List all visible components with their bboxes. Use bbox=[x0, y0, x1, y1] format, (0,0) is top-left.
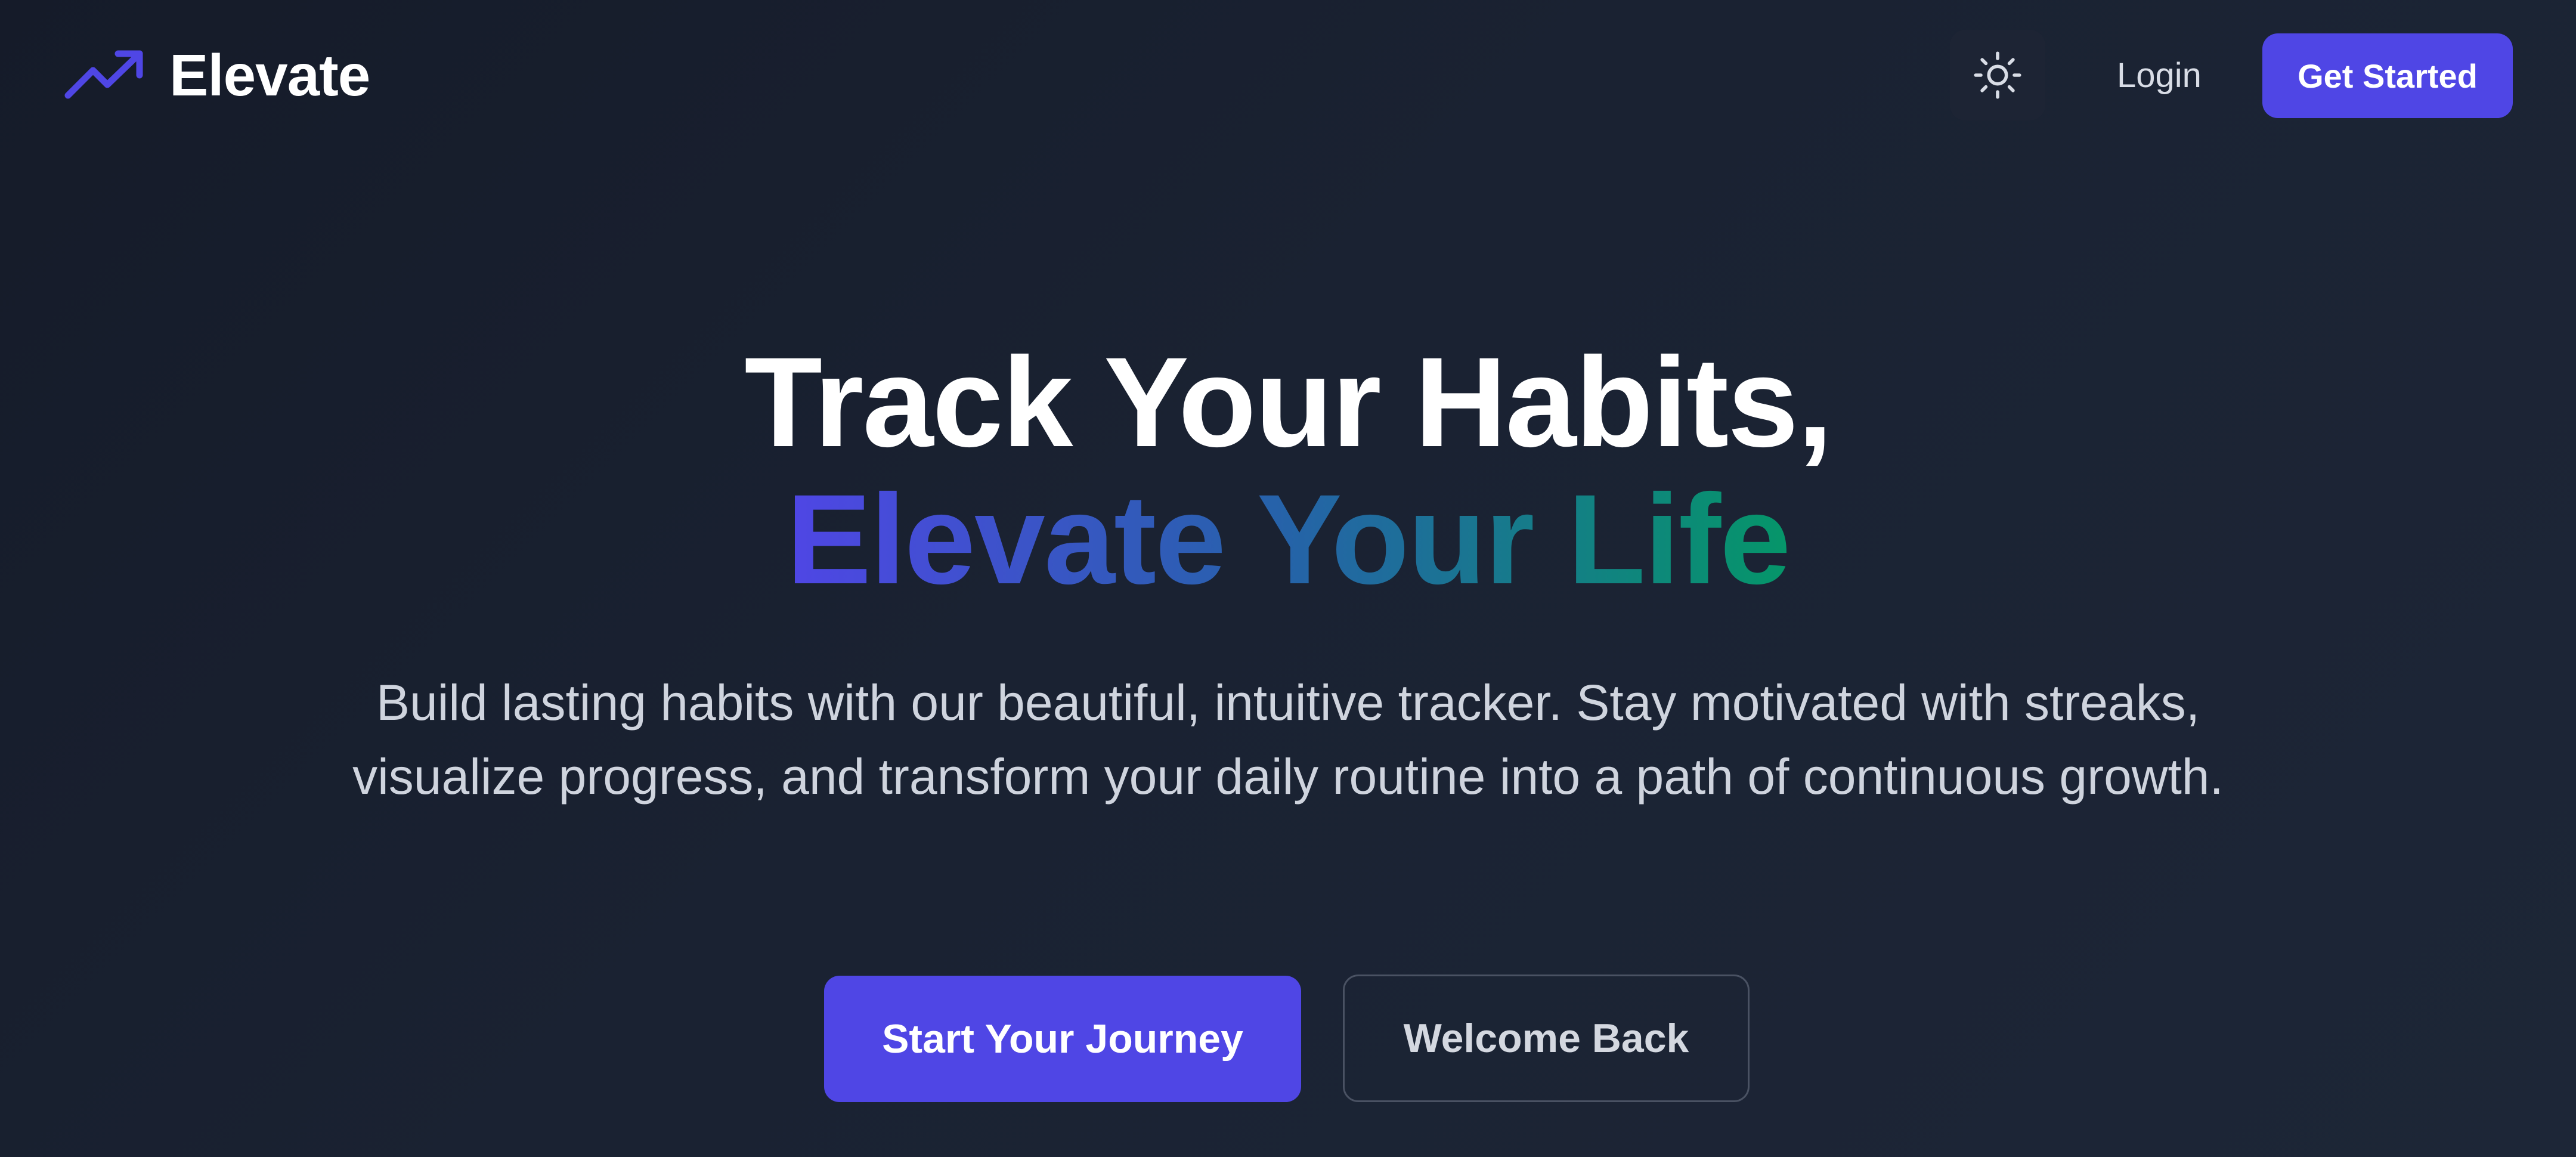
theme-toggle-button[interactable] bbox=[1950, 30, 2045, 120]
brand-logo-link[interactable]: Elevate bbox=[64, 42, 370, 109]
sun-icon bbox=[1974, 51, 2021, 99]
get-started-button[interactable]: Get Started bbox=[2262, 33, 2513, 118]
brand-name: Elevate bbox=[169, 42, 370, 108]
hero-section: Track Your Habits, Elevate Your Life Bui… bbox=[0, 334, 2576, 805]
welcome-back-button[interactable]: Welcome Back bbox=[1343, 975, 1750, 1102]
login-link[interactable]: Login bbox=[2099, 47, 2219, 104]
start-journey-button[interactable]: Start Your Journey bbox=[824, 976, 1301, 1102]
navbar: Elevate Login Get Started bbox=[0, 0, 2576, 150]
hero-title: Track Your Habits, Elevate Your Life bbox=[0, 334, 2576, 608]
hero-title-line-2: Elevate Your Life bbox=[786, 468, 1791, 611]
trending-up-icon bbox=[64, 50, 143, 99]
hero-subtitle: Build lasting habits with our beautiful,… bbox=[352, 675, 2224, 805]
hero-title-line-1: Track Your Habits, bbox=[744, 331, 1832, 474]
